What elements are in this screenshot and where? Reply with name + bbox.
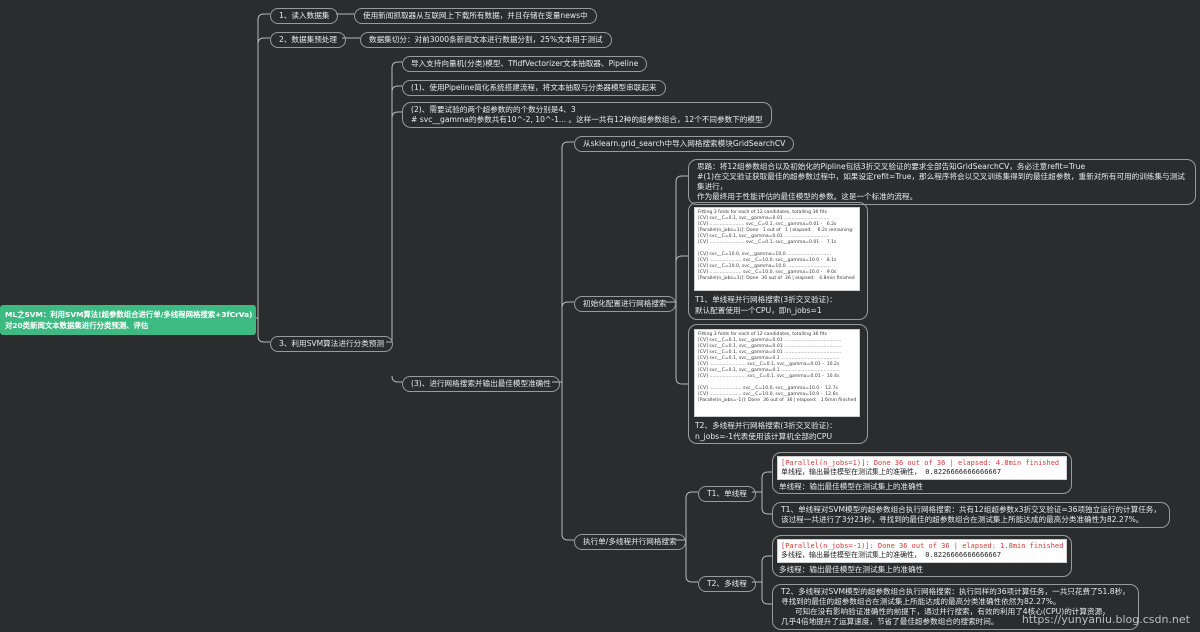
link-grid-import [561,141,574,382]
link-branch3-import [391,61,402,342]
link-branch3-p3 [391,375,402,383]
log-line: [CV] ........................ svc__C=0.1… [698,240,837,245]
multi-thread-caption-1: T2、多线程并行网格搜索(3折交叉验证)： [695,421,837,430]
idea-line-2: #(1)在交叉验证获取最佳的超参数过程中，如果设定refit=True，那么程序… [697,172,1185,191]
multi-thread-log-image: Fitting 3 folds for each of 12 candidate… [694,329,860,417]
step-1-node[interactable]: 1、读入数据集 [270,8,339,24]
watermark: https://yunyaniu.blog.csdn.net [1021,613,1190,626]
link-t1-sum [761,492,772,515]
link-init-shot2 [675,302,688,385]
link-root-s2 [257,37,270,318]
t2-summary-line-2: 寻找到的最佳的超参数组合在测试集上所能达成的最高分类准确性依然为82.27%。 [781,597,1061,606]
t2-console-black: 多线程，输出最佳模型在测试集上的准确性， 0.8226666666666667 [781,551,1002,559]
log-line: [CV] ......................... svc__C=0.… [698,374,840,379]
t2-caption: 多线程：输出最佳模型在测试集上的准确性 [779,565,924,574]
t1-node[interactable]: T1、单线程 [698,486,756,502]
t2-console-output: [Parallel(n_jobs=-1)]: Done 36 out of 36… [777,539,1067,563]
single-thread-caption-2: 默认配置使用一个CPU，即n_jobs=1 [695,306,822,315]
link-root-s3 [257,318,270,343]
grid-idea-node[interactable]: 思路：将12组参数组合以及初始化的Pipline包括3折交叉验证的要求全部告知G… [688,159,1196,205]
single-thread-log-image: Fitting 3 folds for each of 12 candidate… [694,207,860,291]
grid-init-node[interactable]: 初始化配置进行网格搜索 [574,296,676,312]
t1-summary-node[interactable]: T1、单线程对SVM模型的超参数组合执行网格搜索：共有12组超参数x3折交叉验证… [772,502,1170,528]
t2-summary-line-1: T2、多线程对SVM模型的超参数组合执行网格搜索：执行同样的36项计算任务，一共… [781,587,1130,596]
link-exec-t2 [685,540,698,583]
branch3-gridsearch-node[interactable]: (3)、进行网格搜索并输出最佳模型准确性 [402,376,560,392]
t1-console-black: 单线程，输出最佳模型在测试集上的准确性， 0.8226666666666667 [781,468,1002,476]
branch3-pipeline-node[interactable]: (1)、使用Pipeline简化系统搭建流程，将文本抽取与分类器模型串联起来 [402,80,666,96]
multi-thread-caption-2: n_jobs=-1代表使用该计算机全部的CPU [695,432,833,441]
log-line: [Parallel(n_jobs=-1)]: Done 36 out of 36… [698,398,857,403]
idea-line-1: 思路：将12组参数组合以及初始化的Pipline包括3折交叉验证的要求全部告知G… [697,162,1086,171]
t1-console-red: [Parallel(n_jobs=1)]: Done 36 out of 36 … [781,459,1060,467]
link-branch3-p1 [391,85,402,93]
grid-import-node[interactable]: 从sklearn.grid_search中导入网格搜索模块GridSearchC… [574,136,795,152]
single-thread-node[interactable]: Fitting 3 folds for each of 12 candidate… [688,202,868,320]
step-3-node[interactable]: 3、利用SVM算法进行分类预测 [270,336,393,352]
root-line-1: ML之SVM：利用SVM算法(超参数组合进行单/多线程网格搜索+3fCrVa) [5,310,253,319]
mindmap-canvas: ML之SVM：利用SVM算法(超参数组合进行单/多线程网格搜索+3fCrVa) … [0,0,1200,632]
branch3-import-node[interactable]: 导入支持向量机(分类)模型、TfidfVectorizer文本抽取器、Pipel… [402,56,648,72]
root-node[interactable]: ML之SVM：利用SVM算法(超参数组合进行单/多线程网格搜索+3fCrVa) … [0,305,256,335]
params-line-1: (2)、需要试验的两个超参数的的个数分别是4、3 [411,105,576,114]
link-init-shot1 [675,255,688,263]
branch3-params-node[interactable]: (2)、需要试验的两个超参数的的个数分别是4、3 # svc__gamma的参数… [402,102,772,128]
t2-result-node[interactable]: [Parallel(n_jobs=-1)]: Done 36 out of 36… [772,535,1072,577]
step-2-note[interactable]: 数据集切分：对前3000条新闻文本进行数据分割，25%文本用于测试 [360,32,612,48]
t1-summary-line-2: 该过程一共进行了3分23秒，寻找到的最佳的超参数组合在测试集上所能达成的最高分类… [781,515,1144,524]
link-init-idea [675,175,688,302]
grid-exec-node[interactable]: 执行单/多线程并行网格搜索 [574,534,686,550]
t2-node[interactable]: T2、多线程 [698,576,756,592]
idea-line-3: 作为最终用于性能评估的最佳模型的参数。这是一个标准的流程。 [697,192,918,201]
step-1-note[interactable]: 使用新闻抓取器从互联网上下载所有数据，并且存储在变量news中 [354,8,597,24]
link-exec-t1 [685,491,698,540]
params-line-2: # svc__gamma的参数共有10^-2, 10^-1... 。这样一共有1… [411,115,763,124]
step-2-node[interactable]: 2、数据集预处理 [270,32,346,48]
t1-caption: 单线程：输出最佳模型在测试集上的准确性 [779,482,924,491]
link-t1-cap [761,471,772,492]
link-root-s1 [248,13,270,319]
single-thread-caption-1: T1、单线程并行网格搜索(3折交叉验证)： [695,295,837,304]
link-branch3-p2 [391,111,402,119]
link-t2-cap [761,555,772,582]
t1-result-node[interactable]: [Parallel(n_jobs=1)]: Done 36 out of 36 … [772,452,1072,494]
root-line-2: 对20类新闻文本数据集进行分类预测、评估 [5,321,149,330]
t1-console-output: [Parallel(n_jobs=1)]: Done 36 out of 36 … [777,456,1067,480]
link-t2-sum [761,582,772,605]
log-line: [Parallel(n_jobs=1)]: Done 36 out of 36 … [698,276,855,281]
t2-console-red: [Parallel(n_jobs=-1)]: Done 36 out of 36… [781,542,1064,550]
multi-thread-node[interactable]: Fitting 3 folds for each of 12 candidate… [688,324,868,444]
link-grid-exec [561,382,574,541]
link-grid-init [561,301,574,309]
t1-summary-line-1: T1、单线程对SVM模型的超参数组合执行网格搜索：共有12组超参数x3折交叉验证… [781,505,1161,514]
